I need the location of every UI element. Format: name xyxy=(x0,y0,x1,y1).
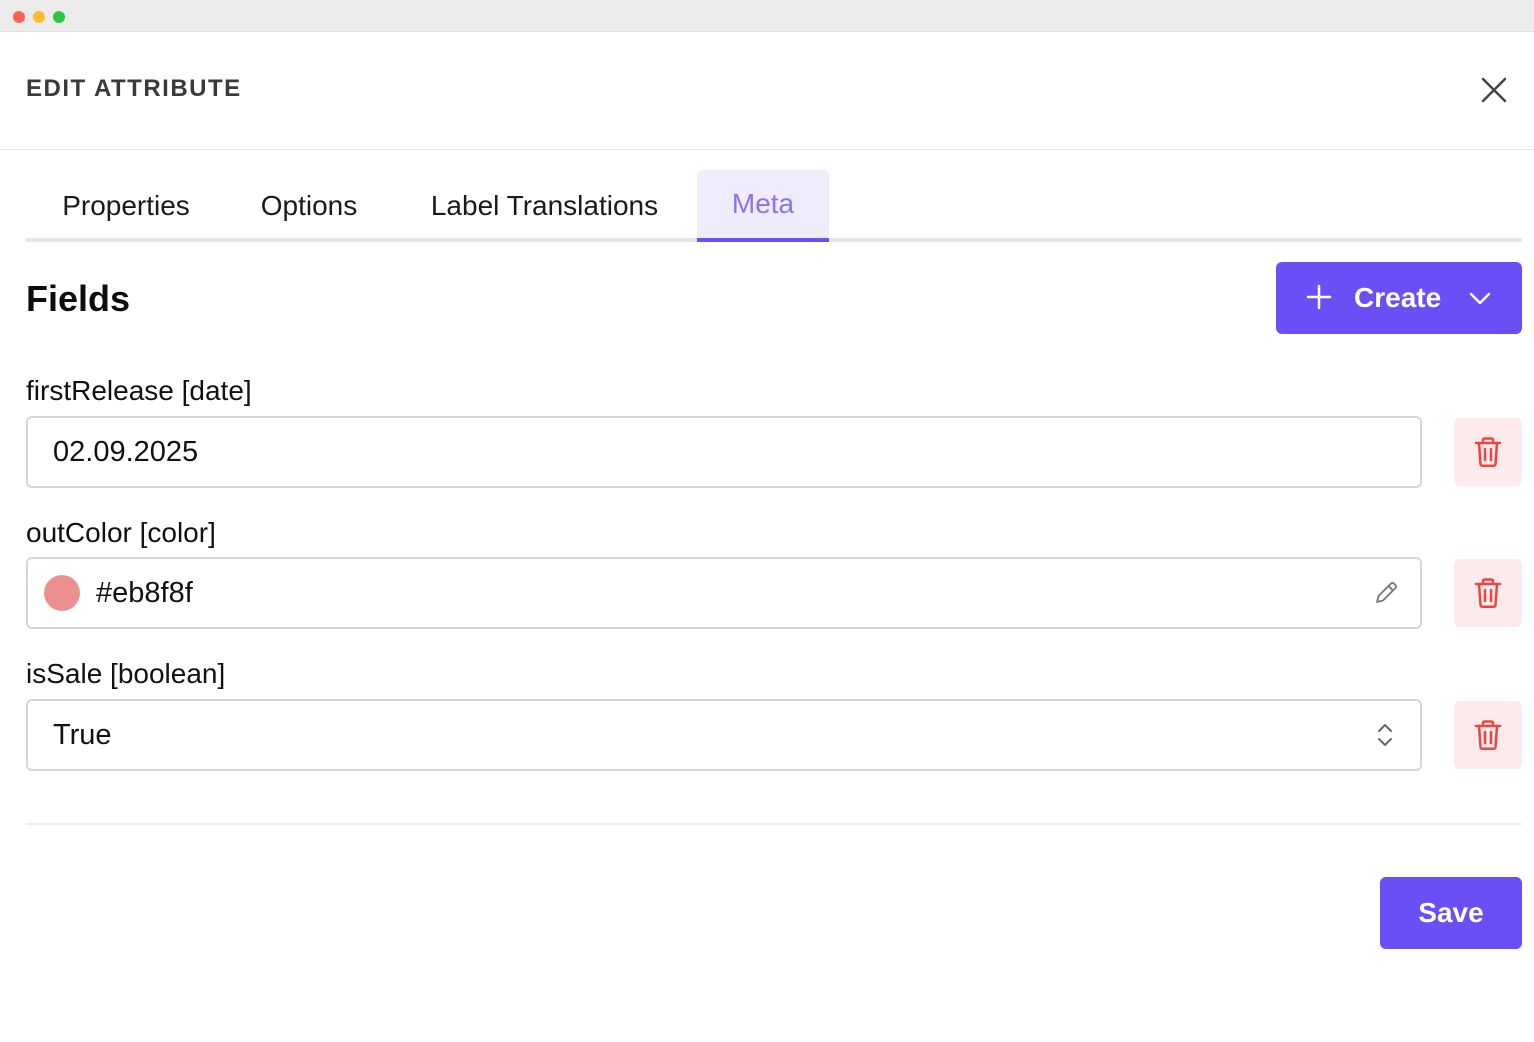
create-button[interactable]: Create xyxy=(1276,262,1522,334)
window-minimize-dot[interactable] xyxy=(33,11,45,23)
chevron-down-icon xyxy=(1469,292,1491,305)
date-input-value: 02.09.2025 xyxy=(53,436,199,468)
delete-field-button-first-release[interactable] xyxy=(1454,418,1522,486)
chevron-up-down-icon xyxy=(1378,724,1392,746)
dialog-title: EDIT ATTRIBUTE xyxy=(26,75,242,102)
color-swatch[interactable] xyxy=(44,575,80,611)
delete-field-button-is-sale[interactable] xyxy=(1454,701,1522,769)
save-button[interactable]: Save xyxy=(1380,877,1522,949)
tab-label-translations[interactable]: Label Translations xyxy=(392,170,697,242)
window-titlebar xyxy=(0,0,1534,32)
color-input-out-color[interactable]: #eb8f8f xyxy=(26,557,1422,629)
trash-icon xyxy=(1474,720,1502,751)
tab-properties[interactable]: Properties xyxy=(26,170,226,242)
field-label-out-color: outColor [color] xyxy=(26,517,216,548)
select-is-sale[interactable]: True xyxy=(26,699,1422,771)
trash-icon xyxy=(1474,437,1502,468)
create-button-label: Create xyxy=(1354,282,1442,313)
delete-field-button-out-color[interactable] xyxy=(1454,559,1522,627)
plus-icon xyxy=(1306,284,1332,310)
tab-bar: Properties Options Label Translations Me… xyxy=(26,170,1522,242)
select-value: True xyxy=(53,719,112,751)
close-button[interactable] xyxy=(1474,70,1514,110)
trash-icon xyxy=(1474,578,1502,609)
window-close-dot[interactable] xyxy=(13,11,25,23)
date-input-first-release[interactable]: 02.09.2025 xyxy=(26,416,1422,488)
close-icon xyxy=(1481,77,1507,103)
section-title: Fields xyxy=(26,278,131,319)
window-maximize-dot[interactable] xyxy=(53,11,65,23)
tab-meta[interactable]: Meta xyxy=(697,170,829,242)
tab-options[interactable]: Options xyxy=(226,170,392,242)
footer-divider xyxy=(26,823,1522,825)
color-input-value: #eb8f8f xyxy=(96,577,193,609)
field-label-first-release: firstRelease [date] xyxy=(26,375,252,406)
dialog-header: EDIT ATTRIBUTE xyxy=(0,32,1534,150)
pencil-icon[interactable] xyxy=(1372,579,1400,607)
field-label-is-sale: isSale [boolean] xyxy=(26,658,226,689)
